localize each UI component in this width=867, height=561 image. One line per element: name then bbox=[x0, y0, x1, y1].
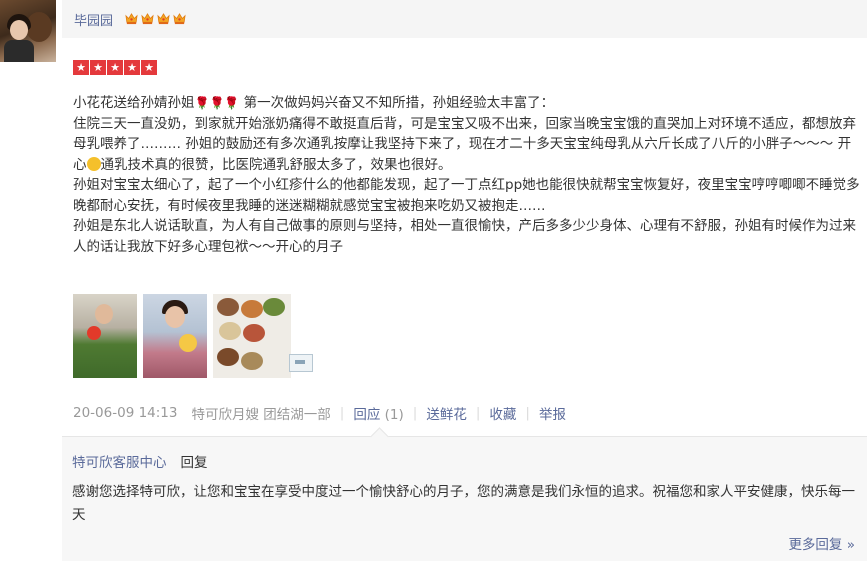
reply-link[interactable]: 回应 (1) bbox=[353, 403, 403, 423]
reply-label: 回复 bbox=[180, 455, 208, 471]
report-link[interactable]: 举报 bbox=[539, 403, 566, 423]
smile-emoji-icon bbox=[86, 156, 101, 171]
review-paragraph: 小花花送给孙婧孙姐🌹🌹🌹 第一次做妈妈兴奋又不知所措，孙姐经验太丰富了： bbox=[73, 93, 863, 114]
send-flower-link[interactable]: 送鲜花 bbox=[426, 403, 467, 423]
reply-author[interactable]: 特可欣客服中心 bbox=[72, 455, 167, 471]
crown-icon bbox=[157, 13, 170, 25]
star-icon: ★ bbox=[141, 60, 157, 75]
review-paragraph: 孙姐是东北人说话耿直，为人有自己做事的原则与坚持，相处一直很愉快，产后多多少少身… bbox=[73, 218, 856, 255]
review-paragraph: 孙姐对宝宝太细心了，起了一个小红疹什么的他都能发现，起了一丁点红pp她也能很快就… bbox=[73, 177, 860, 214]
divider: | bbox=[339, 405, 345, 421]
review-text: 小花花送给孙婧孙姐 bbox=[73, 95, 195, 111]
reply-link-label: 回应 bbox=[353, 407, 381, 423]
avatar-face bbox=[10, 20, 28, 40]
review-photo[interactable] bbox=[73, 294, 137, 378]
divider: | bbox=[412, 405, 418, 421]
reply-count: (1) bbox=[384, 407, 404, 423]
star-icon: ★ bbox=[73, 60, 89, 75]
review-photo[interactable] bbox=[143, 294, 207, 378]
divider: | bbox=[525, 405, 530, 421]
reply-header: 特可欣客服中心 回复 bbox=[72, 451, 208, 471]
review-photos bbox=[73, 294, 313, 378]
reviewer-avatar[interactable] bbox=[0, 0, 56, 62]
divider: | bbox=[475, 405, 481, 421]
reply-text: 感谢您选择特可欣，让您和宝宝在享受中度过一个愉快舒心的月子，您的满意是我们永恒的… bbox=[72, 484, 855, 523]
rating-stars: ★ ★ ★ ★ ★ bbox=[73, 60, 157, 75]
collect-link[interactable]: 收藏 bbox=[489, 403, 516, 423]
star-icon: ★ bbox=[107, 60, 123, 75]
review-header: 毕园园 bbox=[62, 0, 867, 38]
reply-box: 特可欣客服中心 回复 感谢您选择特可欣，让您和宝宝在享受中度过一个愉快舒心的月子，… bbox=[62, 437, 867, 561]
avatar-shirt bbox=[4, 40, 34, 62]
more-replies-link[interactable]: 更多回复 » bbox=[788, 533, 855, 553]
crown-badges bbox=[125, 12, 186, 25]
star-icon: ★ bbox=[124, 60, 140, 75]
review-photo-thumb[interactable] bbox=[289, 354, 313, 372]
review-photo[interactable] bbox=[213, 294, 291, 378]
review-text: 第一次做妈妈兴奋又不知所措，孙姐经验太丰富了： bbox=[239, 95, 555, 111]
review-text: 通乳技术真的很赞，比医院通乳舒服太多了，效果也很好。 bbox=[100, 156, 452, 173]
crown-icon bbox=[173, 13, 186, 25]
crown-icon bbox=[141, 13, 154, 25]
review-body: 小花花送给孙婧孙姐🌹🌹🌹 第一次做妈妈兴奋又不知所措，孙姐经验太丰富了： 住院三… bbox=[73, 93, 863, 257]
star-icon: ★ bbox=[90, 60, 106, 75]
reviewer-name[interactable]: 毕园园 bbox=[74, 10, 113, 29]
review-date: 20-06-09 14:13 bbox=[73, 405, 178, 421]
rose-icon: 🌹🌹🌹 bbox=[194, 96, 240, 110]
review-paragraph: 住院三天一直没奶，到家就开始涨奶痛得不敢挺直后背，可是宝宝又吸不出来，回家当晚宝… bbox=[73, 114, 863, 176]
crown-icon bbox=[125, 13, 138, 25]
nanny-info: 特可欣月嫂 团结湖一部 bbox=[191, 407, 331, 423]
review-meta: 20-06-09 14:13 特可欣月嫂 团结湖一部 | 回应 (1) | 送鲜… bbox=[73, 403, 566, 423]
